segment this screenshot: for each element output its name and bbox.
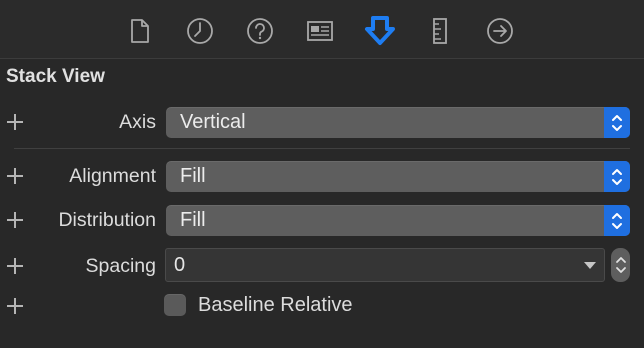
axis-popup[interactable]: Vertical <box>166 107 630 138</box>
spacing-combo-box[interactable]: 0 <box>165 248 605 282</box>
inspector-toolbar <box>0 0 644 59</box>
alignment-label: Alignment <box>69 165 156 187</box>
baseline-relative-label: Baseline Relative <box>198 294 353 316</box>
identity-inspector-icon[interactable] <box>303 14 337 48</box>
add-variation-plus-icon[interactable] <box>7 114 23 130</box>
spacing-value: 0 <box>174 254 186 276</box>
distribution-popup[interactable]: Fill <box>166 205 630 236</box>
history-inspector-icon[interactable] <box>183 14 217 48</box>
popup-chevron-icon <box>604 161 630 192</box>
axis-value: Vertical <box>180 111 246 133</box>
axis-label: Axis <box>119 111 156 133</box>
spacing-stepper[interactable] <box>611 248 630 282</box>
size-inspector-icon[interactable] <box>423 14 457 48</box>
section-title: Stack View <box>6 66 105 87</box>
file-inspector-icon[interactable] <box>123 14 157 48</box>
distribution-value: Fill <box>180 209 206 231</box>
add-variation-plus-icon[interactable] <box>7 212 23 228</box>
divider <box>14 148 630 149</box>
add-variation-plus-icon[interactable] <box>7 168 23 184</box>
quick-help-icon[interactable] <box>243 14 277 48</box>
combo-dropdown-arrow-icon[interactable] <box>584 262 596 269</box>
alignment-value: Fill <box>180 165 206 187</box>
baseline-relative-checkbox[interactable] <box>164 294 186 316</box>
popup-chevron-icon <box>604 205 630 236</box>
popup-chevron-icon <box>604 107 630 138</box>
alignment-popup[interactable]: Fill <box>166 161 630 192</box>
add-variation-plus-icon[interactable] <box>7 258 23 274</box>
spacing-label: Spacing <box>85 255 156 277</box>
connections-inspector-icon[interactable] <box>483 14 517 48</box>
attributes-inspector-icon[interactable] <box>363 14 397 48</box>
add-variation-plus-icon[interactable] <box>7 298 23 314</box>
distribution-label: Distribution <box>58 209 156 231</box>
